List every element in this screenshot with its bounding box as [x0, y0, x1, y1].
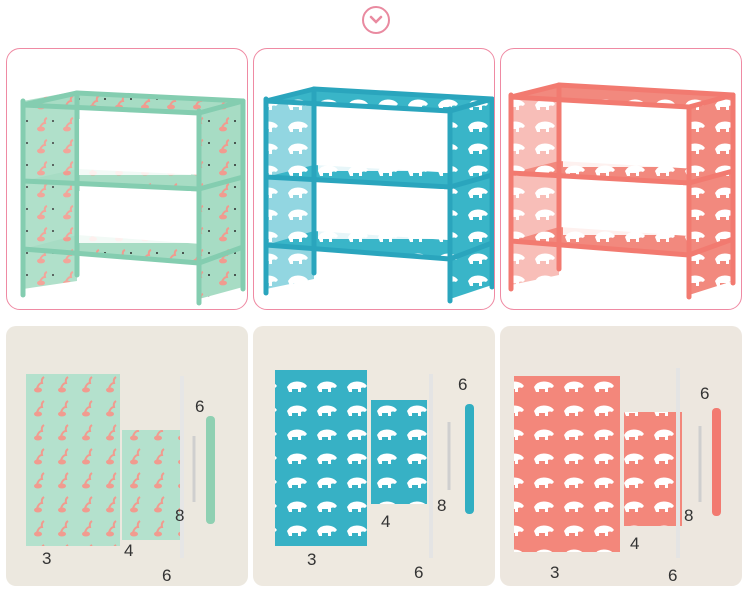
- part-label-side-rail: 6: [700, 384, 710, 403]
- part-label-short-tube: 8: [437, 496, 447, 515]
- product-card-green[interactable]: [6, 48, 248, 310]
- part-label-big-panel: 3: [550, 563, 560, 582]
- product-card-blue[interactable]: [253, 48, 495, 310]
- part-label-rod: 6: [162, 566, 172, 585]
- part-label-rod: 6: [414, 563, 424, 582]
- shoe-rack-pink-image: [508, 82, 736, 300]
- parts-card-blue: [253, 326, 495, 586]
- part-label-rod: 6: [668, 566, 678, 585]
- part-label-small-panel: 4: [630, 534, 640, 553]
- parts-blue-image: [275, 370, 474, 558]
- product-card-pink[interactable]: [500, 48, 742, 310]
- part-label-big-panel: 3: [42, 549, 52, 568]
- parts-card-pink: [500, 326, 742, 586]
- part-label-small-panel: 4: [124, 541, 134, 560]
- parts-pink-image: [514, 368, 721, 558]
- shoe-rack-blue-image: [263, 86, 494, 304]
- part-label-big-panel: 3: [307, 550, 317, 569]
- chevron-down-badge: [362, 6, 390, 34]
- part-label-short-tube: 8: [175, 506, 185, 525]
- part-label-small-panel: 4: [381, 512, 391, 531]
- shoe-rack-green-image: [20, 90, 246, 306]
- part-label-short-tube: 8: [684, 506, 694, 525]
- chevron-down-icon: [369, 15, 383, 24]
- part-label-side-rail: 6: [458, 375, 468, 394]
- part-label-side-rail: 6: [195, 397, 205, 416]
